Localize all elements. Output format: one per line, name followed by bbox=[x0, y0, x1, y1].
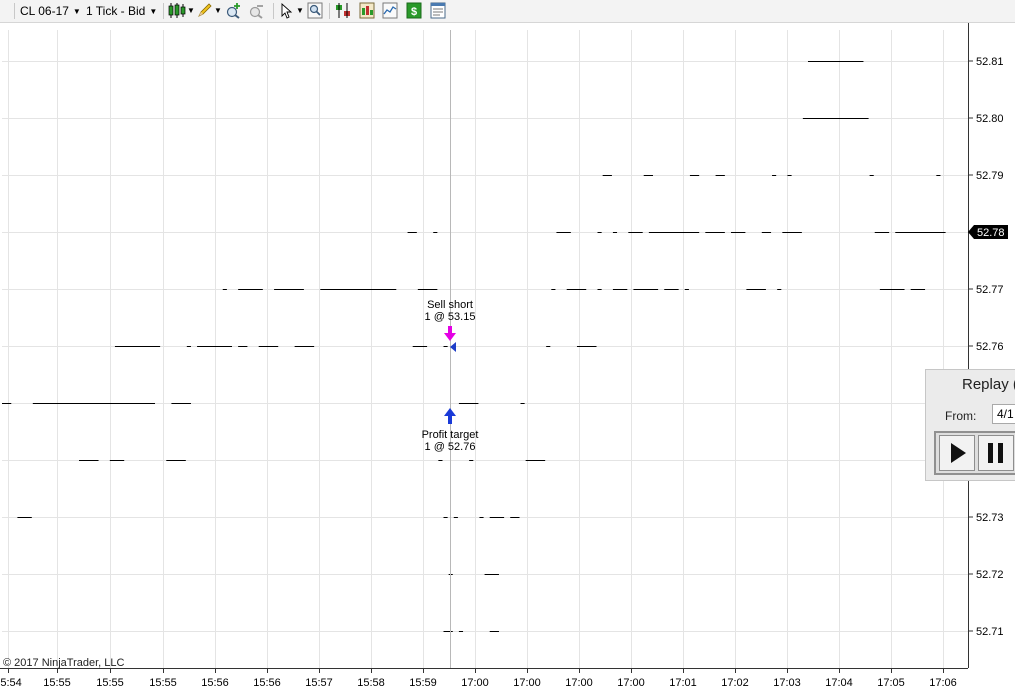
price-tick-label: 52.73 bbox=[976, 512, 1004, 524]
chart-gridlines bbox=[2, 30, 968, 668]
price-tick-label: 52.72 bbox=[976, 569, 1004, 581]
interval-selector[interactable]: 1 Tick - Bid ▼ bbox=[86, 3, 157, 19]
chevron-down-icon[interactable]: ▼ bbox=[187, 3, 195, 19]
play-button[interactable] bbox=[939, 435, 975, 471]
replay-from-label: From: bbox=[945, 409, 977, 423]
time-tick-label: 17:02 bbox=[721, 677, 749, 689]
price-tick-label: 52.81 bbox=[976, 56, 1004, 68]
time-tick-label: 17:04 bbox=[825, 677, 853, 689]
price-tick-label: 52.76 bbox=[976, 341, 1004, 353]
chart-toolbar: CL 06-17 ▼ 1 Tick - Bid ▼ ▼ ▼ ▼ $ bbox=[0, 0, 1015, 23]
price-chart[interactable]: Sell short 1 @ 53.15 Profit target 1 @ 5… bbox=[0, 23, 1015, 691]
time-tick-label: 15:54 bbox=[0, 677, 22, 689]
time-tick-label: 17:01 bbox=[669, 677, 697, 689]
last-price-label: 52.78 bbox=[977, 227, 1005, 239]
dollar-icon[interactable]: $ bbox=[406, 2, 422, 19]
play-icon bbox=[951, 443, 966, 463]
replay-from-date-input[interactable]: 4/1 bbox=[992, 404, 1015, 424]
time-tick-label: 15:55 bbox=[96, 677, 124, 689]
sell-arrow-icon[interactable] bbox=[444, 326, 456, 341]
profit-target-detail: 1 @ 52.76 bbox=[425, 441, 476, 453]
pause-icon bbox=[988, 443, 1003, 463]
zoom-in-icon[interactable] bbox=[226, 2, 242, 19]
sell-short-label: Sell short bbox=[427, 299, 473, 311]
pointer-cursor-icon[interactable] bbox=[279, 2, 295, 19]
copyright-notice: © 2017 NinjaTrader, LLC bbox=[3, 657, 125, 669]
time-tick-label: 17:00 bbox=[513, 677, 541, 689]
toolbar-separator bbox=[273, 3, 274, 19]
time-tick-label: 15:59 bbox=[409, 677, 437, 689]
pencil-draw-icon[interactable] bbox=[197, 2, 213, 19]
toolbar-separator bbox=[329, 3, 330, 19]
profit-target-label: Profit target bbox=[422, 429, 479, 441]
profit-target-arrow-icon[interactable] bbox=[444, 408, 456, 424]
time-tick-label: 17:06 bbox=[929, 677, 957, 689]
replay-controls bbox=[934, 431, 1015, 475]
interval-label: 1 Tick - Bid bbox=[86, 4, 146, 18]
magnifier-icon[interactable] bbox=[307, 2, 323, 19]
properties-icon[interactable] bbox=[430, 2, 446, 19]
replay-title: Replay ( bbox=[962, 376, 1015, 393]
chevron-down-icon: ▼ bbox=[149, 7, 158, 16]
price-tick-label: 52.79 bbox=[976, 170, 1004, 182]
time-tick-label: 17:00 bbox=[565, 677, 593, 689]
chevron-down-icon[interactable]: ▼ bbox=[296, 3, 304, 19]
price-tick-label: 52.77 bbox=[976, 284, 1004, 296]
time-tick-label: 15:56 bbox=[253, 677, 281, 689]
indicators-icon[interactable] bbox=[382, 2, 398, 19]
sell-short-detail: 1 @ 53.15 bbox=[425, 311, 476, 323]
svg-text:$: $ bbox=[411, 6, 417, 18]
zoom-out-icon[interactable] bbox=[249, 2, 265, 19]
time-tick-label: 17:00 bbox=[617, 677, 645, 689]
candlestick-style-icon[interactable] bbox=[168, 2, 186, 19]
time-tick-label: 15:55 bbox=[43, 677, 71, 689]
pause-button[interactable] bbox=[978, 435, 1014, 471]
instrument-label: CL 06-17 bbox=[20, 4, 69, 18]
toolbar-grip bbox=[14, 3, 15, 19]
chevron-down-icon: ▼ bbox=[72, 7, 81, 16]
time-tick-label: 17:05 bbox=[877, 677, 905, 689]
time-tick-label: 15:56 bbox=[201, 677, 229, 689]
time-tick-label: 15:55 bbox=[149, 677, 177, 689]
strategies-icon[interactable] bbox=[335, 2, 351, 19]
time-tick-label: 17:03 bbox=[773, 677, 801, 689]
time-axis[interactable]: 15:54 15:55 15:55 15:55 15:56 15:56 15:57 15:58… bbox=[0, 668, 968, 689]
replay-panel: Replay ( From: 4/1 bbox=[925, 369, 1015, 481]
toolbar-separator bbox=[163, 3, 164, 19]
price-axis[interactable]: 52.71 52.72 52.73 52.76 52.77 52.79 52.80 52.81… bbox=[968, 23, 1008, 668]
price-tick-label: 52.71 bbox=[976, 626, 1004, 638]
chevron-down-icon[interactable]: ▼ bbox=[214, 3, 222, 19]
instrument-selector[interactable]: CL 06-17 ▼ bbox=[20, 3, 81, 19]
time-tick-label: 15:57 bbox=[305, 677, 333, 689]
chart-trader-icon[interactable] bbox=[359, 2, 375, 19]
time-tick-label: 17:00 bbox=[461, 677, 489, 689]
time-tick-label: 15:58 bbox=[357, 677, 385, 689]
price-tick-label: 52.80 bbox=[976, 113, 1004, 125]
